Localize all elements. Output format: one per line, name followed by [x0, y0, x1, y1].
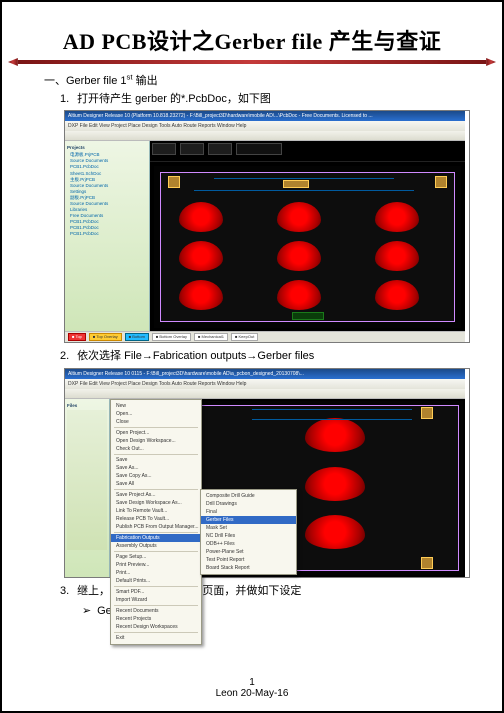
doc-title: AD PCB设计之Gerber file 产生与查证 — [34, 24, 470, 56]
fig1-statusbar: ■ Top ■ Top Overlay ■ Bottom ■ Bottom Ov… — [65, 331, 465, 342]
submenu-item: Final — [201, 508, 296, 516]
submenu-item: Mask Set — [201, 524, 296, 532]
menu-item: Recent Documents — [111, 607, 201, 615]
step-1-text: 打开待产生 gerber 的*.PcbDoc，如下图 — [77, 93, 271, 105]
step-1-num: 1. — [60, 92, 74, 106]
fabrication-submenu: Composite Drill Guide Drill Drawings Fin… — [200, 489, 297, 575]
menu-item: Open Design Workspace... — [111, 437, 201, 445]
section-label-a: Gerber file 1 — [66, 75, 127, 87]
menu-item: Save Copy As... — [111, 472, 201, 480]
menu-item: Recent Design Workspaces — [111, 623, 201, 631]
step-2: 2. 依次选择 File→Fabrication outputs→Gerber … — [60, 349, 470, 363]
step-1: 1. 打开待产生 gerber 的*.PcbDoc，如下图 — [60, 92, 470, 106]
page: AD PCB设计之Gerber file 产生与查证 一、Gerber file… — [0, 0, 504, 713]
submenu-item-gerber: Gerber Files — [201, 516, 296, 524]
submenu-item: Drill Drawings — [201, 500, 296, 508]
page-footer: 1 Leon 20-May-16 — [2, 677, 502, 699]
menu-item: Default Prints... — [111, 577, 201, 585]
menu-item: Import Wizard — [111, 596, 201, 604]
menu-item: Release PCB To Vault... — [111, 515, 201, 523]
fig1-projects-panel: Projects 电源板.PrjPCB Source Documents PCB… — [65, 141, 150, 331]
menu-item: Save All — [111, 480, 201, 488]
layer-tab: ■ Mechanical1 — [194, 333, 228, 341]
fig1-board — [154, 166, 461, 328]
step-2-num: 2. — [60, 349, 74, 363]
menu-item: Open... — [111, 410, 201, 418]
menu-item: Assembly Outputs — [111, 542, 201, 550]
fig1-canvas — [150, 141, 465, 331]
page-number: 1 — [2, 677, 502, 688]
menu-item: Smart PDF... — [111, 588, 201, 596]
submenu-item: NC Drill Files — [201, 532, 296, 540]
menu-item: Print Preview... — [111, 561, 201, 569]
menu-item: Save Project As... — [111, 491, 201, 499]
step-2-text: 依次选择 File→Fabrication outputs→Gerber fil… — [77, 350, 314, 362]
fig1-toolbar — [65, 131, 465, 141]
section-header: 一、Gerber file 1st 输出 — [44, 72, 470, 88]
menu-item: Page Setup... — [111, 553, 201, 561]
altium-window-1: Altium Designer Release 10 (Platform 10.… — [65, 111, 465, 342]
layer-tab: ■ Top Overlay — [89, 333, 122, 341]
menu-item: Exit — [111, 634, 201, 642]
submenu-item: Power-Plane Set — [201, 548, 296, 556]
menu-item: Link To Remote Vault... — [111, 507, 201, 515]
step-3-num: 3. — [60, 584, 74, 598]
menu-item: New — [111, 402, 201, 410]
divider-arrow — [8, 58, 496, 66]
projects-title: Projects — [67, 145, 147, 151]
figure-1: Altium Designer Release 10 (Platform 10.… — [64, 110, 470, 343]
menu-item: Publish PCB From Output Manager... — [111, 523, 201, 531]
fig2-toolbar — [65, 389, 465, 399]
figure-2: Altium Designer Release 10 0115 - F:\Bil… — [64, 368, 470, 578]
submenu-item: ODB++ Files — [201, 540, 296, 548]
layer-tab: ■ Bottom Overlay — [152, 333, 191, 341]
fig2-canvas: New Open... Close Open Project... Open D… — [110, 399, 465, 577]
fig2-left-panel: Files — [65, 399, 110, 577]
layer-tab: ■ KeepOut — [231, 333, 258, 341]
fig2-titlebar: Altium Designer Release 10 0115 - F:\Bil… — [65, 369, 465, 379]
menu-item: Recent Projects — [111, 615, 201, 623]
menu-item: Save Design Workspace As... — [111, 499, 201, 507]
bullet-icon: ➢ — [82, 604, 94, 617]
menu-item: Check Out... — [111, 445, 201, 453]
fig1-menubar: DXP File Edit View Project Place Design … — [65, 121, 465, 131]
menu-item: Open Project... — [111, 429, 201, 437]
submenu-item: Composite Drill Guide — [201, 492, 296, 500]
footer-author-date: Leon 20-May-16 — [2, 688, 502, 699]
proj-item: PCB1.PcbDoc — [70, 231, 147, 237]
menu-item-fabrication: Fabrication Outputs — [111, 534, 201, 542]
file-menu: New Open... Close Open Project... Open D… — [110, 399, 202, 645]
layer-tab: ■ Top — [68, 333, 86, 341]
submenu-item: Test Point Report — [201, 556, 296, 564]
menu-item: Close — [111, 418, 201, 426]
menu-item: Save — [111, 456, 201, 464]
fig1-canvas-toolbar — [150, 141, 465, 162]
menu-item: Print... — [111, 569, 201, 577]
fig2-menubar: DXP File Edit View Project Place Design … — [65, 379, 465, 389]
altium-window-2: Altium Designer Release 10 0115 - F:\Bil… — [65, 369, 465, 577]
section-label-b: 输出 — [133, 75, 158, 87]
fig1-titlebar: Altium Designer Release 10 (Platform 10.… — [65, 111, 465, 121]
submenu-item: Board Stack Report — [201, 564, 296, 572]
section-num: 一、 — [44, 75, 66, 87]
menu-item: Save As... — [111, 464, 201, 472]
layer-tab: ■ Bottom — [125, 333, 149, 341]
